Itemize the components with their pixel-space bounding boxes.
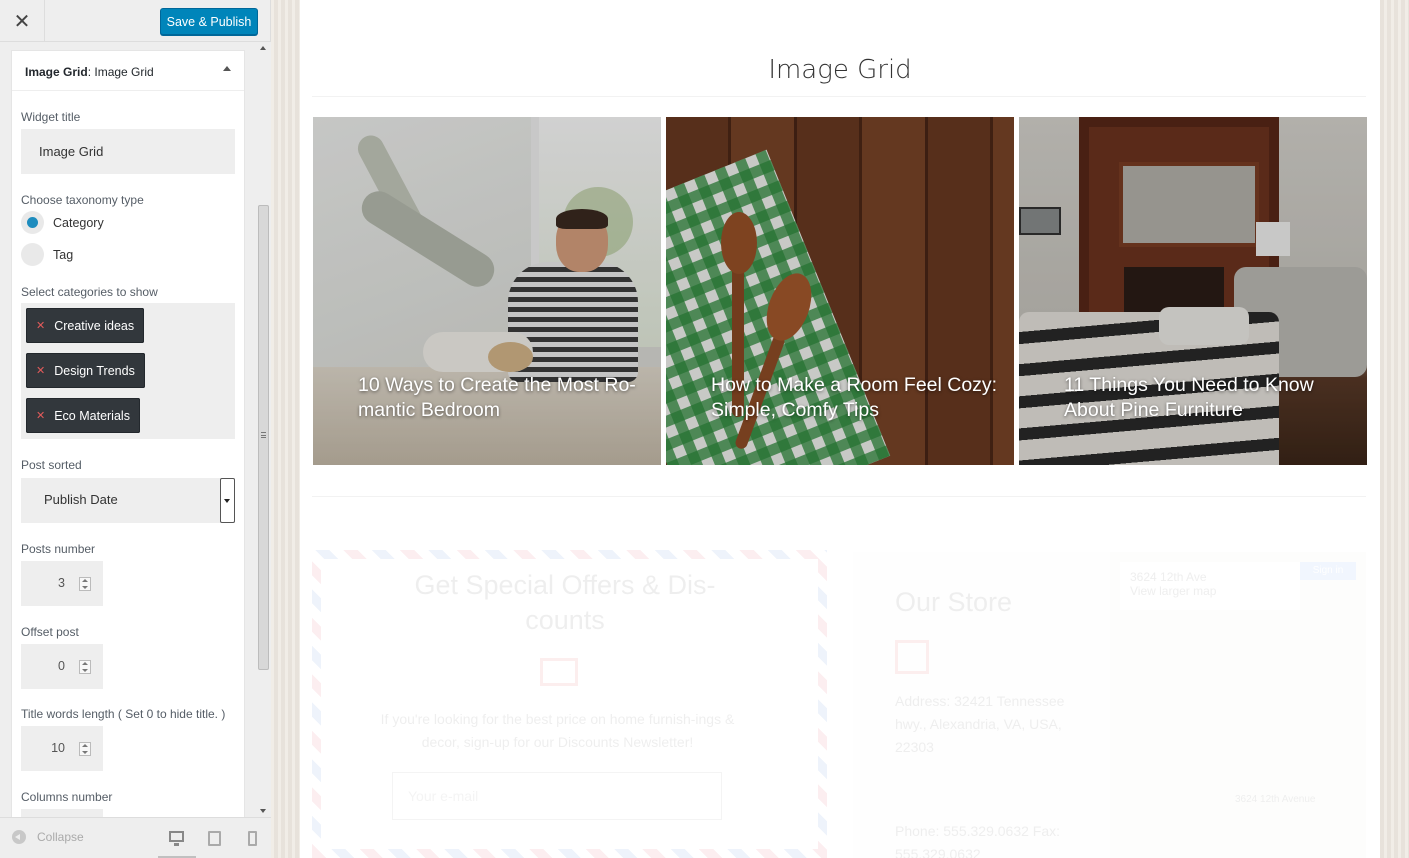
title-words-value: 10: [51, 741, 65, 755]
radio-tag[interactable]: Tag: [21, 243, 73, 266]
desktop-icon[interactable]: [169, 831, 184, 846]
divider: [312, 496, 1366, 497]
preview-page: Image Grid 10 Ways to Create the Most Ro…: [300, 0, 1380, 858]
widget-title-label: Widget title: [21, 110, 81, 124]
title-words-stepper[interactable]: 10: [21, 726, 103, 771]
remove-icon[interactable]: ✕: [36, 364, 45, 377]
scrollbar-thumb[interactable]: [258, 205, 269, 670]
taxonomy-label: Choose taxonomy type: [21, 193, 144, 207]
offset-post-label: Offset post: [21, 625, 79, 639]
card-image: [721, 212, 757, 274]
grid-card[interactable]: 11 Things You Need to Know About Pine Fu…: [1019, 117, 1367, 465]
scroll-up-icon[interactable]: [260, 46, 266, 50]
store-title: Our Store: [895, 587, 1013, 617]
grid-card[interactable]: How to Make a Room Feel Cozy: Simple, Co…: [666, 117, 1014, 465]
remove-icon[interactable]: ✕: [36, 409, 45, 422]
scroll-down-icon[interactable]: [260, 809, 266, 813]
map-larger-link[interactable]: View larger map: [1130, 584, 1290, 598]
widget-panel: Image Grid: Image Grid Widget title Choo…: [0, 42, 257, 817]
radio-unselected-icon[interactable]: [21, 243, 44, 266]
mobile-icon[interactable]: [248, 831, 257, 846]
card-image: [488, 342, 533, 372]
envelope-icon: [540, 658, 578, 686]
map-pin-label: 3624 12th Avenue: [1235, 794, 1316, 805]
columns-number-label: Columns number: [21, 790, 113, 804]
category-chip-label: Design Trends: [54, 363, 135, 378]
posts-number-value: 3: [58, 576, 65, 590]
offset-post-value: 0: [58, 659, 65, 673]
customizer-sidebar: ✕ Save & Publish Image Grid: Image Grid …: [0, 0, 271, 858]
offers-title: Get Special Offers & Dis-counts: [414, 570, 716, 635]
store-phone: Phone: 555.329.0632 Fax: 555.329.0632: [895, 823, 1061, 858]
spinner-icon[interactable]: [79, 742, 91, 756]
categories-select[interactable]: ✕ Creative ideas ✕ Design Trends ✕ Eco M…: [21, 303, 235, 439]
card-image: [1159, 307, 1249, 345]
close-icon[interactable]: ✕: [0, 0, 45, 42]
card-image: [556, 209, 608, 229]
tablet-icon[interactable]: [208, 831, 221, 846]
radio-category-label: Category: [53, 215, 104, 230]
posts-number-label: Posts number: [21, 542, 96, 556]
columns-number-stepper[interactable]: [21, 809, 103, 817]
spinner-icon[interactable]: [79, 660, 91, 674]
card-image: [355, 184, 501, 294]
collapse-icon: [12, 830, 26, 844]
save-publish-button[interactable]: Save & Publish: [160, 8, 258, 35]
collapse-label: Collapse: [37, 830, 84, 844]
collapse-button[interactable]: Collapse: [12, 830, 84, 844]
title-words-label: Title words length ( Set 0 to hide title…: [21, 707, 226, 721]
collapse-arrow-icon[interactable]: [223, 66, 231, 71]
customizer-header: ✕ Save & Publish: [0, 0, 270, 42]
grip-icon: [261, 432, 266, 438]
post-sorted-select[interactable]: Publish Date: [21, 478, 235, 523]
store-box: Our Store Address: 32421 Tennessee hwy.,…: [853, 552, 1366, 858]
category-chip[interactable]: ✕ Creative ideas: [26, 308, 145, 343]
widget-title-input[interactable]: [21, 129, 235, 174]
image-grid-widget: Image Grid: Image Grid Widget title Choo…: [11, 50, 245, 817]
category-chip-label: Creative ideas: [54, 318, 135, 333]
post-sorted-value: Publish Date: [44, 492, 118, 507]
offers-text: If you're looking for the best price on …: [380, 711, 735, 750]
category-chip[interactable]: ✕ Eco Materials: [26, 398, 140, 433]
site-preview: Image Grid 10 Ways to Create the Most Ro…: [271, 0, 1409, 858]
chevron-down-icon[interactable]: [220, 478, 235, 523]
map-signin-button[interactable]: Sign in: [1300, 562, 1356, 580]
remove-icon[interactable]: ✕: [36, 319, 45, 332]
widget-type-label: Image Grid: [25, 65, 88, 79]
categories-label: Select categories to show: [21, 285, 158, 299]
category-chip[interactable]: ✕ Design Trends: [26, 353, 145, 388]
store-map[interactable]: 3624 12th Ave View larger map Sign in 36…: [1110, 552, 1366, 858]
store-address: Address: 32421 Tennessee hwy., Alexandri…: [895, 693, 1065, 755]
map-address: 3624 12th Ave: [1130, 570, 1207, 584]
widget-header[interactable]: Image Grid: Image Grid: [12, 51, 244, 91]
sidebar-scrollbar[interactable]: [257, 42, 271, 817]
radio-selected-icon[interactable]: [21, 211, 44, 234]
section-title: Image Grid: [768, 55, 912, 85]
card-title[interactable]: How to Make a Room Feel Cozy: Simple, Co…: [711, 373, 1001, 423]
widget-name: Image Grid: [94, 65, 154, 79]
post-sorted-label: Post sorted: [21, 458, 82, 472]
offset-post-stepper[interactable]: 0: [21, 644, 103, 689]
radio-tag-label: Tag: [53, 247, 74, 262]
card-title[interactable]: 11 Things You Need to Know About Pine Fu…: [1064, 373, 1354, 423]
posts-number-stepper[interactable]: 3: [21, 561, 103, 606]
category-chip-label: Eco Materials: [54, 408, 130, 423]
radio-category[interactable]: Category: [21, 211, 104, 234]
email-field[interactable]: [392, 772, 722, 820]
spinner-icon[interactable]: [79, 577, 91, 591]
grid-card[interactable]: 10 Ways to Create the Most Ro-mantic Bed…: [313, 117, 661, 465]
customizer-footer: Collapse: [0, 817, 271, 858]
card-title[interactable]: 10 Ways to Create the Most Ro-mantic Bed…: [358, 373, 648, 423]
faded-footer-widgets: Get Special Offers & Dis-counts If you'r…: [300, 530, 1380, 858]
card-image: [1119, 162, 1259, 247]
divider: [312, 96, 1366, 97]
map-icon: [895, 640, 929, 674]
card-image: [1019, 207, 1061, 235]
map-info-card: 3624 12th Ave View larger map: [1120, 562, 1300, 610]
card-image: [1256, 222, 1290, 256]
